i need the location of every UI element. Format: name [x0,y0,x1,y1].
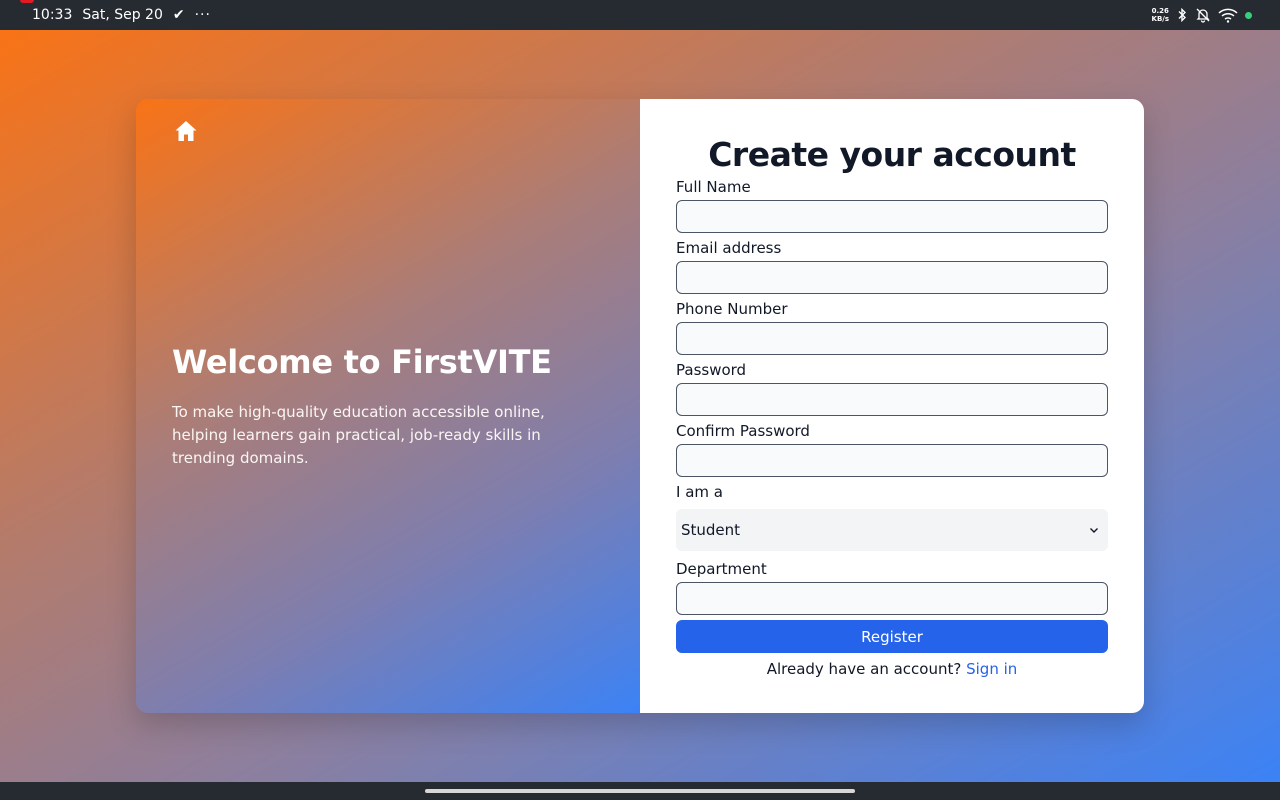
confirm-password-label: Confirm Password [676,422,810,440]
status-time: 10:33 [32,7,73,23]
password-input[interactable] [676,383,1108,416]
password-label: Password [676,361,747,379]
role-label: I am a [676,483,723,501]
net-speed-value: 0.26 [1151,7,1169,15]
phone-label: Phone Number [676,300,788,318]
department-input[interactable] [676,582,1108,615]
department-label: Department [676,560,767,578]
status-left: 10:33 Sat, Sep 20 ✔ ··· [32,7,211,23]
welcome-title: Welcome to FirstVITE [172,343,552,381]
bluetooth-icon [1178,8,1186,22]
active-dot-indicator [1245,11,1252,19]
chevron-down-icon [1090,528,1098,533]
register-button[interactable]: Register [676,620,1108,653]
email-input[interactable] [676,261,1108,294]
status-bar: 10:33 Sat, Sep 20 ✔ ··· 0.26 KB/s [0,0,1280,30]
form-title: Create your account [708,135,1076,174]
recording-indicator [20,0,34,3]
full-name-input[interactable] [676,200,1108,233]
net-speed: 0.26 KB/s [1152,7,1169,23]
register-card: Welcome to FirstVITE To make high-qualit… [136,99,1144,713]
signin-link[interactable]: Sign in [966,660,1017,678]
welcome-panel: Welcome to FirstVITE To make high-qualit… [136,99,640,713]
full-name-label: Full Name [676,178,751,196]
net-speed-unit: KB/s [1151,15,1169,23]
signin-row: Already have an account? Sign in [676,660,1108,678]
status-date: Sat, Sep 20 [82,7,163,23]
email-label: Email address [676,239,782,257]
role-select-value: Student [681,521,741,539]
confirm-password-input[interactable] [676,444,1108,477]
signin-prompt: Already have an account? [766,660,962,678]
navigation-bar [0,782,1280,800]
gesture-handle[interactable] [425,789,855,793]
more-icon: ··· [194,7,211,23]
welcome-description: To make high-quality education accessibl… [172,403,545,467]
role-select[interactable]: Student [676,509,1108,551]
check-icon: ✔ [172,7,185,23]
register-form: Create your account Full Name Email addr… [640,99,1144,713]
wifi-icon [1218,8,1238,23]
home-icon[interactable] [174,119,198,143]
bell-off-icon [1196,8,1210,23]
status-right: 0.26 KB/s [1152,7,1252,23]
phone-input[interactable] [676,322,1108,355]
